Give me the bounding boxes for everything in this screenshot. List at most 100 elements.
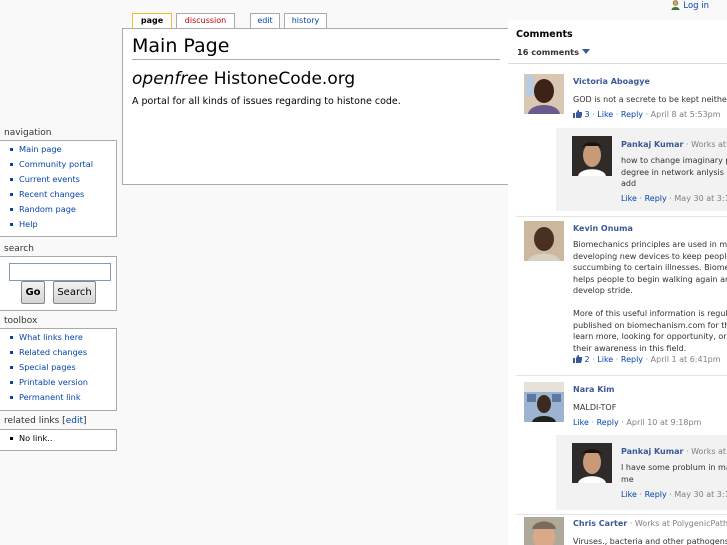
nav-item-recent-changes[interactable]: Recent changes — [8, 189, 116, 204]
comment-timestamp[interactable]: April 8 at 5:53pm — [651, 110, 721, 119]
reply-author[interactable]: Pankaj Kumar — [621, 140, 683, 149]
toolbox-portlet: What links here Related changes Special … — [0, 328, 117, 411]
reply-text-line: me — [621, 474, 634, 484]
tab-history[interactable]: history — [284, 13, 327, 28]
search-input[interactable] — [9, 263, 111, 281]
nav-item-main-page[interactable]: Main page — [8, 144, 116, 159]
site-heading-italic: openfree — [132, 69, 209, 89]
tab-edit[interactable]: edit — [250, 13, 280, 28]
comments-divider — [508, 63, 727, 64]
reply-author[interactable]: Pankaj Kumar — [621, 447, 683, 456]
comment-separator — [516, 375, 727, 376]
comment-author-work: Works at PolygenicPathw — [634, 519, 727, 528]
reply-link[interactable]: Reply — [645, 194, 667, 203]
comment-timestamp[interactable]: April 10 at 9:18pm — [626, 418, 701, 427]
tab-page[interactable]: page — [132, 13, 172, 28]
reply-link[interactable]: Reply — [621, 110, 643, 119]
avatar — [524, 221, 564, 261]
related-links-close: ] — [82, 416, 87, 426]
meta-separator: · — [685, 447, 689, 456]
comment-text-line: succumbing to certain illnesses. Biomec — [573, 263, 727, 272]
comment-text-line — [573, 297, 727, 309]
comments-count-label: 16 comments — [517, 47, 579, 57]
meta-separator: · — [685, 140, 689, 149]
comment-text-line: learn more, looking for opportunity, or … — [573, 332, 727, 341]
like-link[interactable]: Like — [621, 194, 637, 203]
comments-header: Comments — [516, 29, 573, 40]
comment-text-line: developing new devices to keep people f — [573, 251, 727, 261]
comment-text-line: their awareness in this field. — [573, 343, 687, 353]
reply-actions: Like · Reply · May 30 at 3:1 — [621, 490, 727, 499]
meta-separator: · — [621, 418, 624, 427]
reply-author-work: Works at S — [691, 447, 727, 456]
reply-text-line: I have some problum in mat — [621, 463, 727, 472]
comment-separator — [516, 216, 727, 217]
navigation-portlet: Main page Community portal Current event… — [0, 140, 117, 237]
related-links-item: No link.. — [8, 433, 116, 448]
toolbox-item-printable-version[interactable]: Printable version — [8, 377, 116, 392]
reply-text: how to change imaginary pa degree in net… — [621, 155, 727, 190]
reply-link[interactable]: Reply — [621, 355, 643, 364]
like-link[interactable]: Like — [621, 490, 637, 499]
toolbox-item-related-changes[interactable]: Related changes — [8, 347, 116, 362]
site-description: A portal for all kinds of issues regardi… — [132, 96, 401, 107]
comment-author[interactable]: Nara Kim — [573, 385, 615, 394]
meta-separator: · — [645, 110, 649, 119]
meta-separator: · — [592, 355, 595, 364]
page-title: Main Page — [132, 35, 500, 60]
comment-author[interactable]: Kevin Onuma — [573, 224, 633, 233]
login-link[interactable]: Log in — [671, 0, 709, 11]
reply-text-line: how to change imaginary pa — [621, 156, 727, 165]
tab-edit-label: edit — [257, 16, 273, 25]
go-button[interactable]: Go — [21, 281, 45, 304]
like-link[interactable]: Like — [597, 355, 613, 364]
toolbox-item-special-pages[interactable]: Special pages — [8, 362, 116, 377]
toolbox-item-permanent-link[interactable]: Permanent link — [8, 392, 116, 407]
like-link[interactable]: Like — [597, 110, 613, 119]
reply-text: I have some problum in mat me — [621, 462, 727, 485]
comment-author[interactable]: Victoria Aboagye — [573, 77, 650, 86]
comment-actions: 2 · Like · Reply · April 1 at 6:41pm — [573, 355, 721, 364]
tab-history-label: history — [291, 16, 320, 25]
related-links-edit-link[interactable]: edit — [66, 416, 83, 426]
reply-timestamp[interactable]: May 30 at 3:1 — [674, 490, 727, 499]
meta-separator: · — [639, 194, 643, 203]
search-button[interactable]: Search — [53, 281, 96, 304]
reply-timestamp[interactable]: May 30 at 3:1 — [674, 194, 727, 203]
comment-text-line: published on biomechanism.com for thos — [573, 320, 727, 330]
meta-separator: · — [615, 355, 619, 364]
like-count[interactable]: 2 — [585, 355, 590, 364]
comment-timestamp[interactable]: April 1 at 6:41pm — [651, 355, 721, 364]
avatar — [524, 382, 564, 422]
reply-link[interactable]: Reply — [597, 418, 619, 427]
comment-text: Viruses., bacteria and other pathogens h — [573, 537, 727, 545]
reply-link[interactable]: Reply — [645, 490, 667, 499]
meta-separator: · — [669, 194, 672, 203]
chevron-down-icon — [581, 49, 590, 54]
reply-author-work: Works at S — [691, 140, 727, 149]
reply-text-line: add — [621, 179, 637, 188]
meta-separator: · — [591, 418, 595, 427]
navigation-title: navigation — [4, 128, 52, 138]
comments-panel: Comments 16 comments Victoria Aboagye GO… — [508, 20, 727, 545]
comment-text: Biomechanics principles are used in med … — [573, 239, 727, 354]
content-area: Main Page openfree HistoneCode.org A por… — [122, 28, 509, 185]
nav-item-current-events[interactable]: Current events — [8, 174, 116, 189]
comment-author[interactable]: Chris Carter — [573, 519, 627, 528]
comment-text-line: develop stride. — [573, 286, 633, 295]
nav-item-random-page[interactable]: Random page — [8, 204, 116, 219]
toolbox-title: toolbox — [4, 316, 38, 326]
meta-separator: · — [629, 519, 633, 528]
nav-item-help[interactable]: Help — [8, 219, 116, 234]
meta-separator: · — [669, 490, 672, 499]
tab-discussion[interactable]: discussion — [176, 13, 235, 28]
toolbox-item-what-links-here[interactable]: What links here — [8, 332, 116, 347]
comment-text: MALDI-TOF — [573, 403, 617, 412]
nav-item-community-portal[interactable]: Community portal — [8, 159, 116, 174]
site-heading-rest: HistoneCode.org — [208, 69, 356, 89]
meta-separator: · — [645, 355, 649, 364]
like-link[interactable]: Like — [573, 418, 589, 427]
comments-count[interactable]: 16 comments — [517, 47, 590, 57]
avatar — [572, 443, 612, 483]
like-count[interactable]: 3 — [585, 110, 590, 119]
